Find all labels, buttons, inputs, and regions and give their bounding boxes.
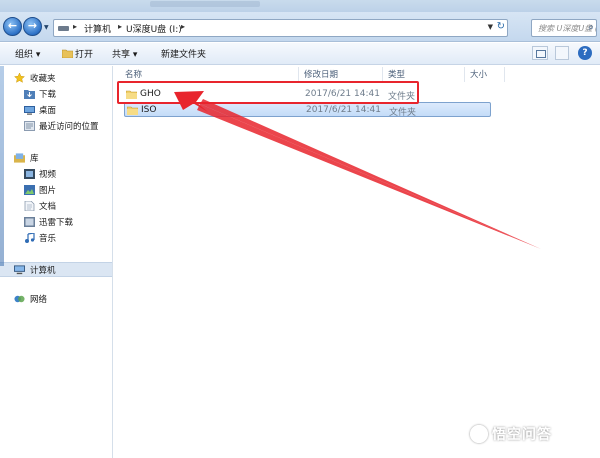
nav-label: 图片 (39, 186, 57, 196)
nav-label: 库 (30, 154, 39, 164)
organize-button[interactable]: 组织 ▾ (15, 47, 40, 60)
address-bar[interactable]: ▸ 计算机 ▸ U深度U盘 (I:) ▸ ▼ ↻ (53, 19, 508, 37)
column-header-type[interactable]: 类型 (388, 68, 405, 81)
breadcrumb-separator-icon[interactable]: ▸ (181, 22, 185, 31)
annotation-highlight-box (117, 81, 419, 104)
breadcrumb-separator-icon[interactable]: ▸ (73, 22, 77, 31)
nav-computer[interactable]: 计算机 (0, 262, 112, 277)
address-dropdown-icon[interactable]: ▼ (488, 23, 493, 31)
folder-icon (127, 106, 138, 115)
document-icon (24, 201, 35, 211)
column-header-name[interactable]: 名称 (125, 68, 142, 81)
navigation-pane: 收藏夹 下载 桌面 最近访问的位置 库 视频 图片 文档 迅雷下载 音乐 计算机 (0, 66, 113, 458)
nav-recent[interactable]: 最近访问的位置 (0, 119, 112, 134)
column-separator[interactable] (504, 67, 505, 82)
share-button[interactable]: 共享 ▾ (112, 47, 137, 60)
nav-label: 视频 (39, 170, 57, 180)
open-button[interactable]: 打开 (62, 47, 93, 60)
star-icon (14, 73, 25, 83)
column-separator[interactable] (464, 67, 465, 82)
help-icon[interactable]: ? (578, 46, 592, 60)
nav-downloads[interactable]: 下载 (0, 87, 112, 102)
open-button-label: 打开 (75, 50, 94, 60)
new-folder-button[interactable]: 新建文件夹 (161, 47, 206, 60)
file-row-iso[interactable]: ISO 2017/6/21 14:41 文件夹 (124, 102, 491, 118)
nav-label: 网络 (30, 295, 48, 305)
computer-icon (14, 265, 25, 275)
drive-icon (58, 26, 69, 31)
desktop-icon (24, 106, 35, 115)
nav-favorites[interactable]: 收藏夹 (0, 71, 112, 86)
breadcrumb-drive[interactable]: U深度U盘 (I:) (126, 22, 182, 35)
nav-desktop[interactable]: 桌面 (0, 103, 112, 118)
nav-label: 桌面 (39, 106, 57, 116)
preview-pane-icon[interactable] (555, 46, 569, 60)
file-name: ISO (141, 105, 157, 115)
column-separator[interactable] (298, 67, 299, 82)
back-arrow-icon[interactable]: ← (3, 17, 22, 36)
address-row: ← → ▼ ▸ 计算机 ▸ U深度U盘 (I:) ▸ ▼ ↻ 搜索 U深度U盘 … (0, 12, 600, 42)
nav-thunder-downloads[interactable]: 迅雷下载 (0, 215, 112, 230)
file-list-pane: 名称 修改日期 类型 大小 GHO 2017/6/21 14:41 文件夹 IS… (114, 66, 600, 458)
watermark-logo-icon (470, 425, 488, 443)
file-modified: 2017/6/21 14:41 (306, 105, 381, 115)
window-title-strip (0, 0, 600, 12)
nav-label: 计算机 (30, 266, 56, 276)
open-folder-icon (62, 49, 73, 58)
watermark: 悟空问答 (470, 424, 552, 444)
network-icon (14, 295, 25, 303)
forward-arrow-icon[interactable]: → (23, 17, 42, 36)
nav-label: 文档 (39, 202, 57, 212)
command-toolbar: 组织 ▾ 打开 共享 ▾ 新建文件夹 ? (0, 43, 600, 65)
nav-label: 音乐 (39, 234, 57, 244)
video-icon (24, 169, 35, 179)
nav-videos[interactable]: 视频 (0, 167, 112, 182)
watermark-text: 悟空问答 (492, 427, 552, 443)
nav-label: 下载 (39, 90, 57, 100)
music-icon (25, 233, 35, 243)
picture-icon (24, 185, 35, 195)
title-ghost (150, 1, 260, 7)
nav-libraries[interactable]: 库 (0, 151, 112, 166)
nav-network[interactable]: 网络 (0, 292, 112, 307)
search-input[interactable]: 搜索 U深度U盘 (I:) ⌕ (531, 19, 597, 37)
nav-pictures[interactable]: 图片 (0, 183, 112, 198)
nav-label: 迅雷下载 (39, 218, 74, 228)
history-dropdown-icon[interactable]: ▼ (44, 24, 50, 31)
search-icon[interactable]: ⌕ (588, 22, 594, 33)
nav-music[interactable]: 音乐 (0, 231, 112, 246)
column-header-size[interactable]: 大小 (470, 68, 487, 81)
change-view-icon[interactable] (532, 46, 548, 60)
downloads-folder-icon (24, 90, 35, 99)
file-type: 文件夹 (389, 108, 417, 118)
nav-documents[interactable]: 文档 (0, 199, 112, 214)
breadcrumb-separator-icon[interactable]: ▸ (118, 22, 122, 31)
thunder-download-icon (24, 217, 35, 227)
nav-scroll-edge (0, 66, 4, 266)
nav-label: 收藏夹 (30, 74, 56, 84)
column-header-modified[interactable]: 修改日期 (304, 68, 338, 81)
breadcrumb-computer[interactable]: 计算机 (84, 22, 111, 35)
refresh-icon[interactable]: ↻ (497, 21, 505, 32)
recent-places-icon (24, 121, 35, 131)
nav-label: 最近访问的位置 (39, 122, 99, 132)
libraries-icon (14, 153, 25, 163)
column-separator[interactable] (382, 67, 383, 82)
